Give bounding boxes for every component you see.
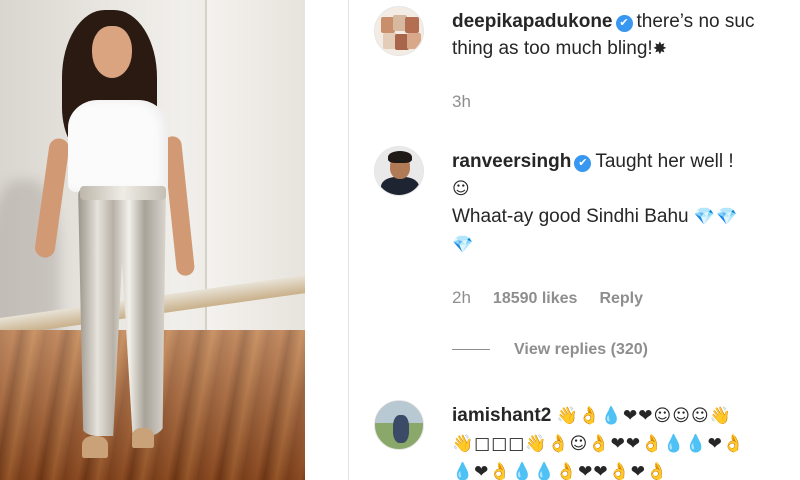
- comment-deepikapadukone: deepikapadukone ✔ there’s no suc thing as …: [452, 8, 754, 63]
- smile-emoji: ☺: [452, 179, 471, 199]
- post-photo[interactable]: [0, 0, 305, 480]
- white-tshirt: [68, 100, 168, 192]
- shoe-right: [132, 428, 154, 448]
- reply-button[interactable]: Reply: [599, 290, 643, 307]
- comment-time[interactable]: 2h: [452, 288, 471, 307]
- avatar-deepikapadukone-icon[interactable]: [374, 6, 424, 56]
- belt: [80, 186, 166, 200]
- verified-badge-icon: ✔: [615, 15, 633, 32]
- metallic-pants: [78, 186, 166, 436]
- comment-text-line3: Whaat-ay good Sindhi Bahu: [452, 206, 689, 227]
- comment-ranveersingh: ranveersingh ✔ Taught her well ! ☺ Whaat-a…: [452, 148, 738, 259]
- comment-text-line2: thing as too much bling!: [452, 38, 653, 59]
- face: [92, 26, 132, 78]
- comments-panel[interactable]: deepikapadukone ✔ there’s no suc thing as …: [349, 0, 800, 480]
- avatar-hair: [388, 151, 412, 163]
- avatar-iamishant2-icon[interactable]: [374, 400, 424, 450]
- gem-emoji: 💎: [452, 235, 475, 255]
- emoji-line2: 👋□□□👋👌☺👌❤❤👌💧💧❤👌: [452, 434, 745, 454]
- comment-text-line1: Taught her well !: [595, 151, 734, 172]
- view-replies-button[interactable]: View replies (320): [452, 341, 648, 359]
- username-ranveersingh[interactable]: ranveersingh: [452, 151, 571, 172]
- comment-iamishant2: iamishant2 👋👌💧❤❤☺☺☺👋 👋□□□👋👌☺👌❤❤👌💧💧❤👌 💧❤👌…: [452, 402, 745, 480]
- avatar-figure: [393, 415, 409, 443]
- sparkle-emoji: ✸: [652, 39, 668, 59]
- comment-time[interactable]: 3h: [452, 92, 471, 111]
- replies-divider-line: [452, 349, 490, 351]
- view-replies-label: View replies (320): [514, 341, 648, 358]
- username-iamishant2[interactable]: iamishant2: [452, 405, 551, 426]
- likes-count[interactable]: 18590 likes: [493, 290, 578, 307]
- comment-meta-deepikapadukone: 3h: [452, 92, 493, 112]
- verified-badge-icon: ✔: [574, 155, 592, 172]
- avatar-ranveersingh-icon[interactable]: [374, 146, 424, 196]
- gem-emoji: 💎💎: [693, 207, 739, 227]
- comment-text-line1: there’s no suc: [636, 11, 755, 32]
- person-figure: [33, 8, 200, 478]
- arm-left: [33, 137, 71, 259]
- shoe-left: [82, 436, 108, 458]
- emoji-line1: 👋👌💧❤❤☺☺☺👋: [556, 406, 732, 426]
- username-deepikapadukone[interactable]: deepikapadukone: [452, 11, 613, 32]
- comment-meta-ranveersingh: 2h 18590 likes Reply: [452, 288, 665, 308]
- emoji-line3: 💧❤👌💧💧👌❤❤👌❤👌: [452, 462, 669, 480]
- avatar-suit: [381, 177, 419, 195]
